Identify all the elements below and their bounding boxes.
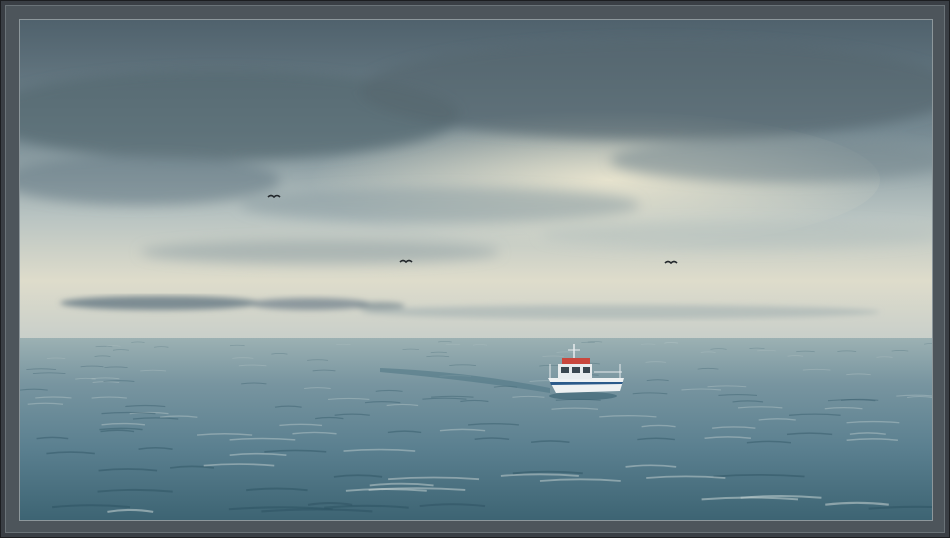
photo	[19, 19, 933, 521]
seascape-image	[20, 20, 932, 520]
photo-frame	[0, 0, 950, 538]
sea	[20, 338, 932, 520]
